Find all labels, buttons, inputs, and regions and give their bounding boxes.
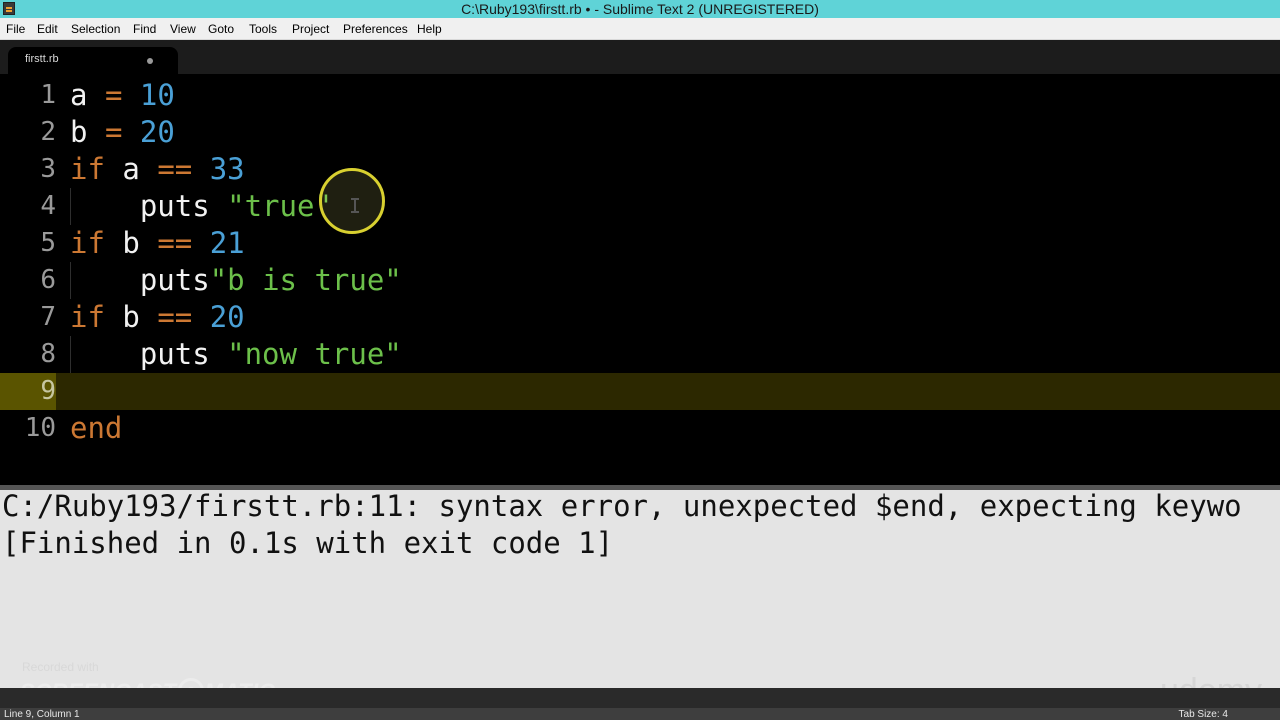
code-line[interactable]: 6 puts"b is true" [0, 262, 1280, 299]
code-token-kw: if [70, 300, 105, 334]
code-text[interactable]: if a == 33 [70, 151, 245, 188]
code-line[interactable]: 3 if a == 33 [0, 151, 1280, 188]
menu-project[interactable]: Project [290, 18, 331, 40]
tab-size-indicator[interactable]: Tab Size: 4 [1179, 709, 1228, 720]
code-token-sp [192, 226, 209, 260]
code-token-num: 20 [209, 300, 245, 334]
code-token-id: b [104, 226, 158, 260]
watermark-recorded-text: Recorded with [22, 660, 99, 674]
status-band [0, 708, 1280, 720]
menu-view[interactable]: View [168, 18, 198, 40]
code-line[interactable]: 5 if b == 21 [0, 225, 1280, 262]
code-token-op: = [104, 78, 123, 112]
code-line[interactable]: 4 puts "true" [0, 188, 1280, 225]
unsaved-dot-icon[interactable] [147, 58, 153, 64]
code-line[interactable]: 8 puts "now true" [0, 336, 1280, 373]
code-token-id: a [70, 78, 88, 112]
line-number: 8 [40, 339, 56, 369]
menu-help[interactable]: Help [415, 18, 444, 40]
code-token-id: a [104, 152, 158, 186]
code-token-sp [122, 115, 139, 149]
code-token-id: b [104, 300, 158, 334]
code-token-str: "b is true" [209, 263, 402, 297]
code-token-sp [87, 115, 104, 149]
line-number: 4 [40, 191, 56, 221]
menu-file[interactable]: File [4, 18, 27, 40]
code-token-kw: if [70, 152, 105, 186]
output-line: [Finished in 0.1s with exit code 1] [2, 526, 614, 560]
code-token-num: 21 [209, 226, 245, 260]
code-token-id: b [70, 115, 88, 149]
line-number: 6 [40, 265, 56, 295]
code-text[interactable]: if b == 20 [70, 299, 245, 336]
code-token-num: 33 [209, 152, 245, 186]
code-token-sp [192, 152, 209, 186]
menu-bar: File Edit Selection Find View Goto Tools… [0, 18, 1280, 40]
menu-selection[interactable]: Selection [69, 18, 122, 40]
code-token-sp [87, 78, 104, 112]
menu-preferences[interactable]: Preferences [341, 18, 410, 40]
code-line[interactable]: 7 if b == 20 [0, 299, 1280, 336]
code-line[interactable]: 2 b = 20 [0, 114, 1280, 151]
code-token-kw: if [70, 226, 105, 260]
line-number: 10 [24, 413, 56, 443]
menu-edit[interactable]: Edit [35, 18, 60, 40]
code-text[interactable]: b = 20 [70, 114, 175, 151]
code-token-num: 20 [139, 115, 175, 149]
code-text[interactable]: puts"b is true" [70, 262, 402, 299]
output-line: C:/Ruby193/firstt.rb:11: syntax error, u… [2, 489, 1242, 523]
code-token-op: == [157, 226, 193, 260]
code-text[interactable]: a = 10 [70, 77, 175, 114]
status-bar: Line 9, Column 1 Tab Size: 4 [0, 688, 1280, 720]
code-token-str: "now true" [227, 337, 402, 371]
code-token-id: puts [70, 189, 228, 223]
cursor-position: Line 9, Column 1 [4, 709, 80, 720]
line-number: 5 [40, 228, 56, 258]
menu-goto[interactable]: Goto [206, 18, 236, 40]
code-token-sp [192, 300, 209, 334]
code-token-kw: end [70, 411, 123, 445]
line-number: 9 [0, 373, 56, 410]
window-title: C:\Ruby193\firstt.rb • - Sublime Text 2 … [461, 1, 819, 17]
tab-firstt-rb[interactable]: firstt.rb [8, 47, 178, 74]
text-cursor-icon [351, 198, 359, 213]
code-token-op: == [157, 152, 193, 186]
code-token-str: "true" [227, 189, 332, 223]
code-token-op: == [157, 300, 193, 334]
line-number: 1 [40, 80, 56, 110]
code-token-id: puts [70, 337, 228, 371]
title-bar: C:\Ruby193\firstt.rb • - Sublime Text 2 … [0, 0, 1280, 18]
code-text[interactable]: puts "true" [70, 188, 332, 225]
code-token-sp [122, 78, 139, 112]
code-editor[interactable]: 1 a = 10 2 b = 20 3 if a == 33 4 puts "t… [0, 74, 1280, 485]
line-number: 2 [40, 117, 56, 147]
line-number: 7 [40, 302, 56, 332]
code-line[interactable]: 10 end [0, 410, 1280, 447]
code-line-active[interactable]: 9 [0, 373, 1280, 410]
code-text[interactable]: end [70, 410, 122, 447]
menu-find[interactable]: Find [131, 18, 158, 40]
tab-label: firstt.rb [25, 53, 59, 65]
build-output-panel[interactable]: C:/Ruby193/firstt.rb:11: syntax error, u… [0, 489, 1280, 688]
code-token-id: puts [70, 263, 210, 297]
code-text[interactable]: puts "now true" [70, 336, 402, 373]
code-text[interactable]: if b == 21 [70, 225, 245, 262]
tab-bar: firstt.rb [0, 40, 1280, 74]
code-line[interactable]: 1 a = 10 [0, 77, 1280, 114]
line-number: 3 [40, 154, 56, 184]
menu-tools[interactable]: Tools [247, 18, 279, 40]
code-token-num: 10 [139, 78, 175, 112]
code-token-op: = [104, 115, 123, 149]
